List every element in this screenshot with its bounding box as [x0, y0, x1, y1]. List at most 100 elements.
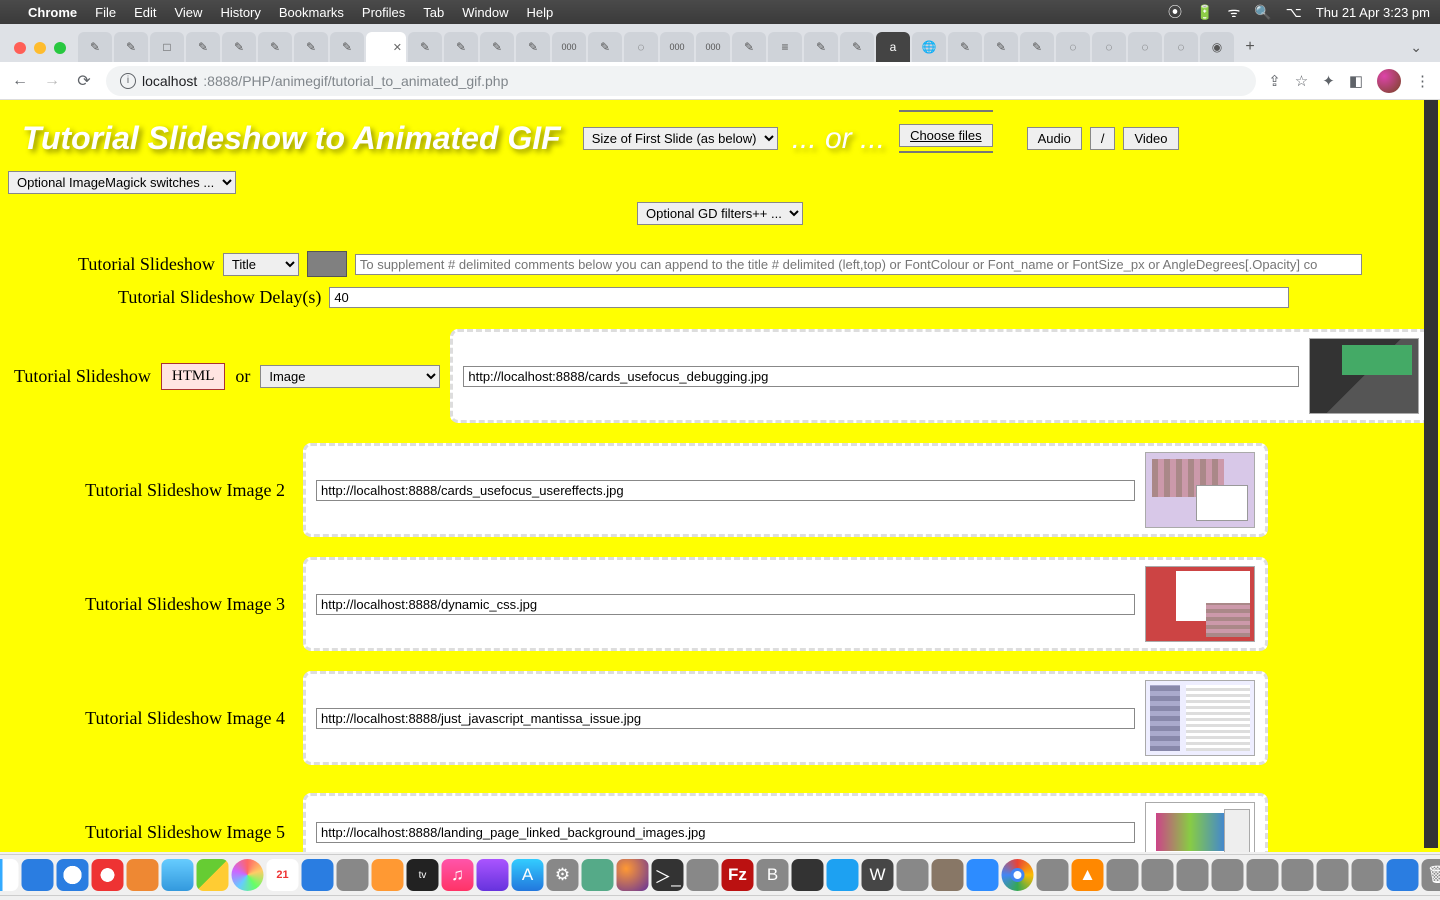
- image-url-input[interactable]: [316, 708, 1135, 729]
- dock-zoom-icon[interactable]: [967, 859, 999, 891]
- dock-tv-icon[interactable]: tv: [407, 859, 439, 891]
- dock-opera-icon[interactable]: [92, 859, 124, 891]
- dock-reminders-icon[interactable]: [372, 859, 404, 891]
- dock-wordpress-icon[interactable]: W: [862, 859, 894, 891]
- dock-photos-icon[interactable]: [232, 859, 264, 891]
- browser-tab[interactable]: ✎: [258, 32, 292, 62]
- choose-files-button[interactable]: Choose files: [899, 124, 993, 147]
- browser-tab[interactable]: ✎: [222, 32, 256, 62]
- browser-tab[interactable]: ✎: [840, 32, 874, 62]
- menubar-datetime[interactable]: Thu 21 Apr 3:23 pm: [1316, 5, 1430, 20]
- dock-twitter-icon[interactable]: [827, 859, 859, 891]
- dock-app-icon[interactable]: [1352, 859, 1384, 891]
- image-url-input[interactable]: [316, 594, 1135, 615]
- browser-tab[interactable]: ✎: [804, 32, 838, 62]
- browser-tab-active[interactable]: ✕: [366, 32, 406, 62]
- dock-filezilla-icon[interactable]: Fz: [722, 859, 754, 891]
- title-input[interactable]: [355, 254, 1362, 275]
- browser-tab[interactable]: ≡: [768, 32, 802, 62]
- dock-app-icon[interactable]: [792, 859, 824, 891]
- dock-preferences-icon[interactable]: ⚙: [547, 859, 579, 891]
- browser-tab[interactable]: □: [150, 32, 184, 62]
- battery-icon[interactable]: 🔋: [1196, 4, 1213, 21]
- dock-music-icon[interactable]: ♫: [442, 859, 474, 891]
- image-url-input[interactable]: [463, 366, 1299, 387]
- image-url-input[interactable]: [316, 480, 1135, 501]
- browser-tab[interactable]: 000: [660, 32, 694, 62]
- dock-app-icon[interactable]: [127, 859, 159, 891]
- dock-app-icon[interactable]: B: [757, 859, 789, 891]
- back-button[interactable]: ←: [10, 72, 30, 90]
- browser-tab[interactable]: ◌: [1164, 32, 1198, 62]
- site-info-icon[interactable]: i: [120, 73, 136, 89]
- slash-button[interactable]: /: [1090, 127, 1116, 150]
- dock-app-icon[interactable]: [1282, 859, 1314, 891]
- browser-tab[interactable]: ◉: [1200, 32, 1234, 62]
- dock-vlc-icon[interactable]: ▲: [1072, 859, 1104, 891]
- dock-app-icon[interactable]: [1317, 859, 1349, 891]
- imagemagick-select[interactable]: Optional ImageMagick switches ...: [8, 171, 236, 194]
- browser-tab[interactable]: ✎: [114, 32, 148, 62]
- wifi-icon[interactable]: ᯤ: [1227, 3, 1240, 22]
- app-menu[interactable]: Chrome: [28, 5, 77, 20]
- minimize-window-button[interactable]: [34, 42, 46, 54]
- video-button[interactable]: Video: [1123, 127, 1178, 150]
- color-picker[interactable]: [307, 251, 347, 277]
- dock-firefox-icon[interactable]: [617, 859, 649, 891]
- browser-tab[interactable]: ✎: [294, 32, 328, 62]
- dock-app-icon[interactable]: [687, 859, 719, 891]
- browser-tab[interactable]: 000: [696, 32, 730, 62]
- dock-app-icon[interactable]: [897, 859, 929, 891]
- browser-tab[interactable]: a: [876, 32, 910, 62]
- browser-tab[interactable]: ✎: [78, 32, 112, 62]
- browser-tab[interactable]: ✎: [408, 32, 442, 62]
- browser-tab[interactable]: ✎: [516, 32, 550, 62]
- browser-tab[interactable]: ◌: [1092, 32, 1126, 62]
- browser-tab[interactable]: ✎: [588, 32, 622, 62]
- browser-tab[interactable]: ◌: [1056, 32, 1090, 62]
- dock-app-icon[interactable]: [1107, 859, 1139, 891]
- browser-tab[interactable]: 🌐: [912, 32, 946, 62]
- browser-tab[interactable]: ◌: [1128, 32, 1162, 62]
- dock-contacts-icon[interactable]: [337, 859, 369, 891]
- browser-tab[interactable]: ✎: [480, 32, 514, 62]
- menu-window[interactable]: Window: [462, 5, 508, 20]
- dock-launchpad-icon[interactable]: [22, 859, 54, 891]
- menu-profiles[interactable]: Profiles: [362, 5, 405, 20]
- chrome-menu-icon[interactable]: ⋮: [1415, 72, 1430, 90]
- dock-chrome-icon[interactable]: [1002, 859, 1034, 891]
- browser-tab[interactable]: ✎: [186, 32, 220, 62]
- dock-app-icon[interactable]: [1177, 859, 1209, 891]
- menu-edit[interactable]: Edit: [134, 5, 156, 20]
- dock-calendar-icon[interactable]: 21: [267, 859, 299, 891]
- menu-file[interactable]: File: [95, 5, 116, 20]
- extensions-icon[interactable]: ✦: [1322, 72, 1335, 90]
- reload-button[interactable]: ⟳: [74, 71, 94, 91]
- profile-avatar[interactable]: [1377, 69, 1401, 93]
- zoom-window-button[interactable]: [54, 42, 66, 54]
- dock-maps-icon[interactable]: [197, 859, 229, 891]
- dock-downloads-icon[interactable]: [1387, 859, 1419, 891]
- dock-messages-icon[interactable]: [302, 859, 334, 891]
- dock-app-icon[interactable]: [582, 859, 614, 891]
- bookmark-star-icon[interactable]: ☆: [1295, 72, 1308, 90]
- dock-safari-icon[interactable]: [57, 859, 89, 891]
- browser-tab[interactable]: ✎: [984, 32, 1018, 62]
- dock-app-icon[interactable]: [1212, 859, 1244, 891]
- menu-view[interactable]: View: [174, 5, 202, 20]
- dock-trash-icon[interactable]: 🗑: [1422, 859, 1440, 891]
- tab-overflow-button[interactable]: ⌄: [1400, 39, 1432, 62]
- dock-finder-icon[interactable]: [0, 859, 19, 891]
- close-window-button[interactable]: [14, 42, 26, 54]
- menu-bookmarks[interactable]: Bookmarks: [279, 5, 344, 20]
- dock-app-icon[interactable]: [1142, 859, 1174, 891]
- dock-app-icon[interactable]: [1037, 859, 1069, 891]
- size-select[interactable]: Size of First Slide (as below): [583, 127, 778, 150]
- dock-terminal-icon[interactable]: ＞_: [652, 859, 684, 891]
- browser-tab[interactable]: ✎: [1020, 32, 1054, 62]
- browser-tab[interactable]: ✎: [444, 32, 478, 62]
- browser-tab[interactable]: ◌: [624, 32, 658, 62]
- browser-tab[interactable]: ✎: [732, 32, 766, 62]
- menu-help[interactable]: Help: [527, 5, 554, 20]
- image-select[interactable]: Image: [260, 365, 440, 388]
